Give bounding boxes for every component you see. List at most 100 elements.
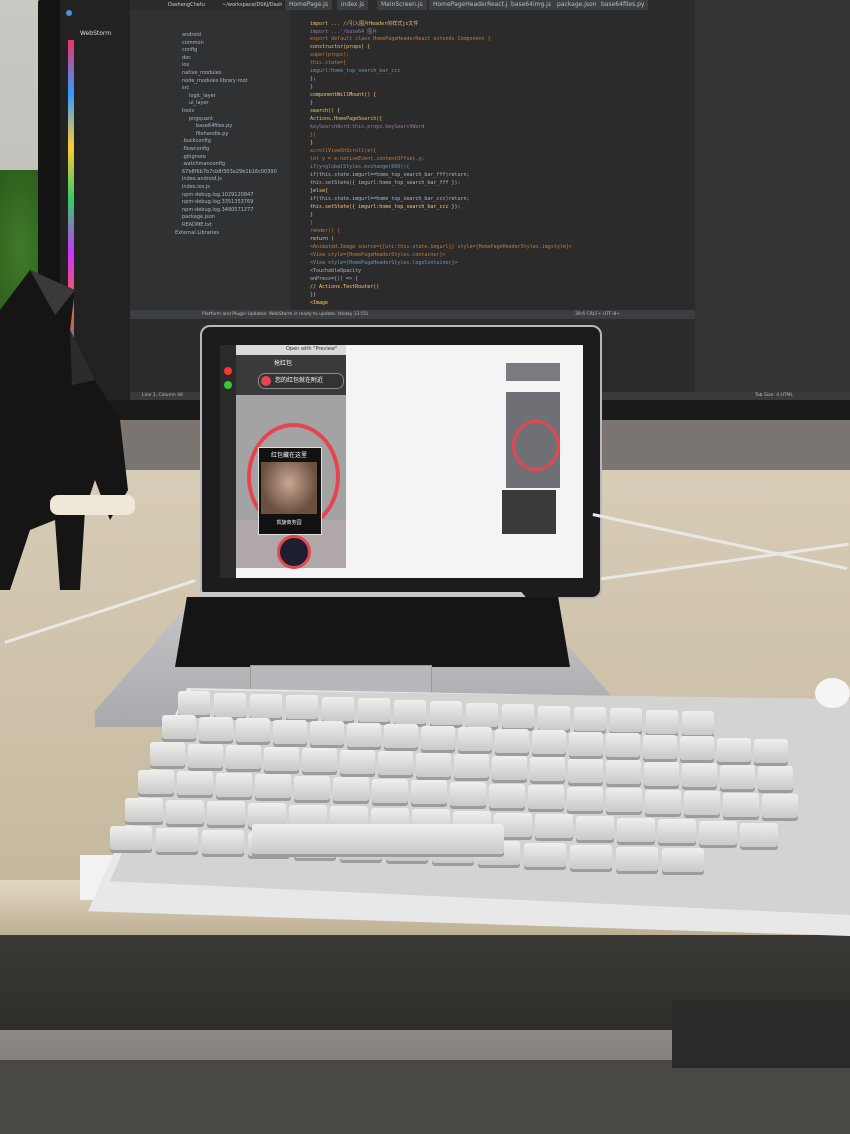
keycap[interactable]: [156, 828, 198, 853]
keycap[interactable]: [372, 778, 408, 803]
keycap[interactable]: [333, 777, 369, 802]
tree-item[interactable]: npm-debug.log.3351353769: [182, 199, 253, 205]
keycap[interactable]: [535, 814, 573, 839]
keycap[interactable]: [255, 774, 291, 799]
keycap[interactable]: [236, 718, 270, 743]
tree-item[interactable]: android: [182, 32, 201, 38]
keycap[interactable]: [524, 842, 566, 867]
editor-tab[interactable]: base64files.py: [597, 0, 649, 10]
keycap[interactable]: [310, 721, 344, 746]
keycap[interactable]: [717, 737, 751, 762]
tree-item[interactable]: filehandle.py: [196, 131, 228, 137]
keycap[interactable]: [250, 694, 282, 718]
keycap[interactable]: [489, 783, 525, 808]
keycap[interactable]: [286, 695, 318, 720]
keycap[interactable]: [264, 746, 299, 771]
tree-item[interactable]: npm-debug.log.1029120847: [182, 192, 253, 198]
editor-tab[interactable]: base64img.js: [507, 0, 555, 10]
thumbnail-3[interactable]: [502, 490, 556, 534]
keycap[interactable]: [110, 826, 152, 851]
tree-item[interactable]: config: [182, 47, 197, 53]
keycap[interactable]: [322, 696, 354, 721]
tree-item[interactable]: npm-debug.log.3480571277: [182, 207, 253, 213]
keycap[interactable]: [740, 822, 778, 847]
tree-item[interactable]: .gitignore: [182, 154, 206, 160]
keycap[interactable]: [502, 704, 534, 729]
keycap[interactable]: [617, 817, 655, 842]
keycap[interactable]: [226, 745, 261, 770]
keycap[interactable]: [762, 794, 798, 819]
status-icon[interactable]: [224, 381, 232, 389]
editor-tab[interactable]: HomePage.js: [285, 0, 332, 10]
grab-button[interactable]: [277, 535, 311, 569]
keycap[interactable]: [492, 755, 527, 780]
keycap[interactable]: [532, 730, 566, 755]
keycap[interactable]: [682, 711, 714, 736]
keycap[interactable]: [568, 758, 603, 783]
keycap[interactable]: [569, 731, 603, 756]
tree-item[interactable]: 67b8f6b7b7cb8f303e29b1b16c00390: [182, 169, 277, 175]
keycap[interactable]: [758, 766, 793, 791]
tree-item[interactable]: ios: [182, 62, 189, 68]
keycap[interactable]: [421, 725, 455, 750]
nearby-red-packet-pill[interactable]: 您的红包就在附近: [258, 373, 344, 389]
keycap[interactable]: [294, 775, 330, 800]
tree-item[interactable]: base64files.py: [196, 123, 232, 129]
keycap[interactable]: [530, 757, 565, 782]
tree-item[interactable]: ui_layer: [189, 100, 209, 106]
dock-app-icon[interactable]: [66, 10, 72, 16]
keycap[interactable]: [384, 724, 418, 749]
keycap[interactable]: [682, 763, 717, 788]
tree-item[interactable]: logic_layer: [189, 93, 216, 99]
keycap[interactable]: [178, 691, 210, 716]
tree-item[interactable]: tools: [182, 108, 194, 114]
tree-item[interactable]: .watchmanconfig: [182, 161, 225, 167]
keycap[interactable]: [358, 698, 390, 723]
thumbnail-1[interactable]: [506, 363, 560, 381]
keycap[interactable]: [720, 764, 755, 789]
keycap[interactable]: [466, 702, 498, 727]
keycap[interactable]: [606, 733, 640, 758]
keycap[interactable]: [207, 801, 245, 826]
tree-item[interactable]: src: [182, 85, 189, 91]
keycap[interactable]: [394, 699, 426, 724]
keycap[interactable]: [646, 709, 678, 734]
keycap[interactable]: [528, 785, 564, 810]
tree-item[interactable]: common: [182, 40, 204, 46]
keycap[interactable]: [495, 728, 529, 753]
editor-tab[interactable]: MainScreen.js: [377, 0, 427, 10]
tree-item[interactable]: README.txt: [182, 222, 212, 228]
keycap[interactable]: [606, 760, 641, 785]
keycap[interactable]: [273, 719, 307, 744]
keycap[interactable]: [567, 786, 603, 811]
keycap[interactable]: [574, 706, 606, 731]
tree-item[interactable]: External Libraries: [175, 230, 219, 236]
keycap[interactable]: [138, 769, 174, 794]
keycap[interactable]: [684, 791, 720, 816]
tree-item[interactable]: package.json: [182, 214, 215, 220]
keycap[interactable]: [411, 780, 447, 805]
tree-item[interactable]: .buckconfig: [182, 138, 211, 144]
keycap[interactable]: [199, 716, 233, 741]
notification-icon[interactable]: [224, 367, 232, 375]
keycap[interactable]: [416, 752, 451, 777]
keycap[interactable]: [166, 799, 204, 824]
keycap[interactable]: [188, 743, 223, 768]
keycap[interactable]: [680, 736, 714, 761]
keycap[interactable]: [454, 754, 489, 779]
keycap[interactable]: [576, 816, 614, 841]
keycap[interactable]: [202, 830, 244, 855]
keycap[interactable]: [570, 844, 612, 869]
laptop-sidebar[interactable]: [220, 345, 236, 578]
keycap[interactable]: [340, 749, 375, 774]
keycap[interactable]: [216, 772, 252, 797]
mouse[interactable]: [815, 678, 850, 708]
keycap[interactable]: [162, 715, 196, 740]
keycap[interactable]: [699, 820, 737, 845]
keycap[interactable]: [606, 788, 642, 813]
keycap[interactable]: [430, 701, 462, 726]
keycap[interactable]: [177, 771, 213, 796]
tree-item[interactable]: pngquant: [189, 116, 213, 122]
keycap[interactable]: [302, 748, 337, 773]
keycap[interactable]: [754, 739, 788, 764]
